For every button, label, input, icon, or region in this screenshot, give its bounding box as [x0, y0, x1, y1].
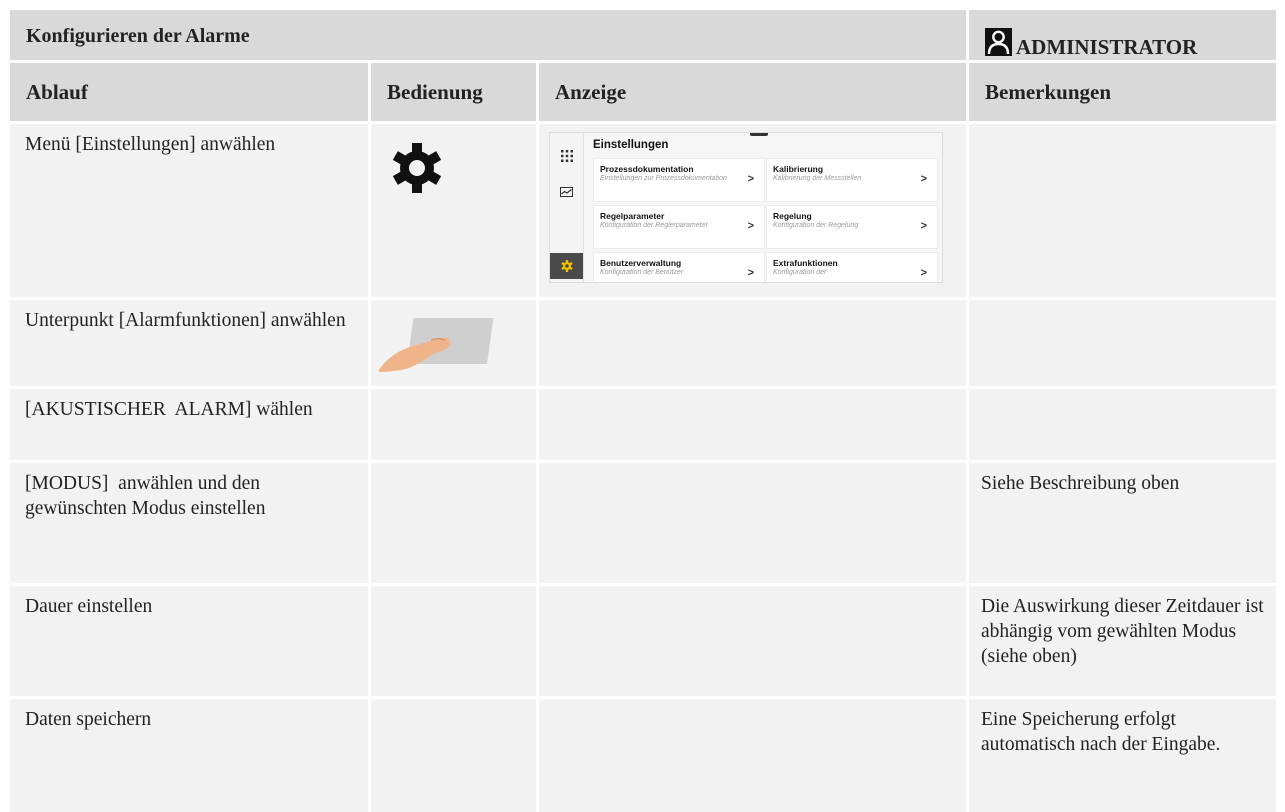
- display-cell: [539, 586, 966, 696]
- col-anzeige: Anzeige: [539, 63, 966, 121]
- col-bedienung: Bedienung: [371, 63, 536, 121]
- screen-heading: Einstellungen: [593, 139, 669, 151]
- card-title: Kalibrierung: [773, 164, 824, 174]
- table-row: Dauer einstellen Die Auswirkung dieser Z…: [10, 586, 1276, 696]
- operation-cell: [371, 389, 536, 460]
- role-badge: ADMINISTRATOR: [969, 10, 1276, 60]
- grid-icon: [550, 143, 583, 169]
- card-extrafunktionen[interactable]: Extrafunktionen Konfiguration der >: [766, 252, 938, 282]
- step-text: Menü [Einstellungen] anwählen: [10, 124, 368, 297]
- card-regelung[interactable]: Regelung Konfiguration der Regelung >: [766, 205, 938, 249]
- chevron-right-icon: >: [920, 220, 927, 232]
- column-header-row: Ablauf Bedienung Anzeige Bemerkungen: [10, 63, 1276, 121]
- screen-notch: [750, 133, 768, 136]
- col-ablauf: Ablauf: [10, 63, 368, 121]
- gear-icon: [392, 143, 442, 193]
- remark-text: [969, 300, 1276, 386]
- finger-tap-icon: [379, 318, 494, 372]
- table-row: [MODUS] anwählen und den gewünschten Mod…: [10, 463, 1276, 583]
- col-bemerkungen: Bemerkungen: [969, 63, 1276, 121]
- card-regelparameter[interactable]: Regelparameter Konfiguration der Reglerp…: [593, 205, 765, 249]
- display-cell: [539, 389, 966, 460]
- card-title: Regelung: [773, 211, 812, 221]
- card-prozessdokumentation[interactable]: Prozessdokumentation Einstellungen zur P…: [593, 158, 765, 202]
- display-cell: Einstellungen Prozessdokumentation Einst…: [539, 124, 966, 297]
- role-label: ADMINISTRATOR: [1016, 35, 1198, 59]
- table-row: Menü [Einstellungen] anwählen Einstellun…: [10, 124, 1276, 297]
- display-cell: [539, 699, 966, 812]
- title-row: Konfigurieren der Alarme ADMINISTRATOR: [10, 10, 1276, 60]
- settings-screen-preview: Einstellungen Prozessdokumentation Einst…: [549, 132, 943, 283]
- gear-icon: [550, 253, 583, 279]
- remark-text: Eine Speicherung erfolgt automatisch nac…: [969, 699, 1276, 812]
- remark-text: [969, 389, 1276, 460]
- card-desc: Konfiguration der Benutzer: [600, 269, 684, 276]
- step-text: [MODUS] anwählen und den gewünschten Mod…: [10, 463, 368, 583]
- chart-icon: [550, 179, 583, 205]
- card-desc: Konfiguration der Reglerparameter: [600, 222, 708, 229]
- operation-cell: [371, 463, 536, 583]
- step-text: Daten speichern: [10, 699, 368, 812]
- card-title: Prozessdokumentation: [600, 164, 694, 174]
- table-row: [AKUSTISCHER ALARM] wählen: [10, 389, 1276, 460]
- screen-sidebar: [550, 133, 584, 282]
- remark-text: Siehe Beschreibung oben: [969, 463, 1276, 583]
- card-kalibrierung[interactable]: Kalibrierung Kalibrierung der Messstelle…: [766, 158, 938, 202]
- display-cell: [539, 300, 966, 386]
- user-icon: [985, 28, 1012, 56]
- chevron-right-icon: >: [747, 267, 754, 279]
- chevron-right-icon: >: [747, 220, 754, 232]
- step-text: [AKUSTISCHER ALARM] wählen: [10, 389, 368, 460]
- remark-text: Die Auswirkung dieser Zeitdauer ist abhä…: [969, 586, 1276, 696]
- card-title: Extrafunktionen: [773, 258, 838, 268]
- step-text: Unterpunkt [Alarmfunktionen] anwählen: [10, 300, 368, 386]
- chevron-right-icon: >: [920, 173, 927, 185]
- chevron-right-icon: >: [747, 173, 754, 185]
- operation-cell: [371, 300, 536, 386]
- card-title: Benutzerverwaltung: [600, 258, 682, 268]
- table-row: Daten speichern Eine Speicherung erfolgt…: [10, 699, 1276, 812]
- step-text: Dauer einstellen: [10, 586, 368, 696]
- card-desc: Konfiguration der: [773, 269, 827, 276]
- operation-cell: [371, 124, 536, 297]
- card-benutzerverwaltung[interactable]: Benutzerverwaltung Konfiguration der Ben…: [593, 252, 765, 282]
- table-row: Unterpunkt [Alarmfunktionen] anwählen: [10, 300, 1276, 386]
- card-desc: Kalibrierung der Messstellen: [773, 175, 862, 182]
- operation-cell: [371, 586, 536, 696]
- table-title: Konfigurieren der Alarme: [10, 10, 966, 60]
- card-desc: Einstellungen zur Prozessdokumentation: [600, 175, 727, 182]
- remark-text: [969, 124, 1276, 297]
- card-title: Regelparameter: [600, 211, 665, 221]
- display-cell: [539, 463, 966, 583]
- operation-cell: [371, 699, 536, 812]
- chevron-right-icon: >: [920, 267, 927, 279]
- card-desc: Konfiguration der Regelung: [773, 222, 859, 229]
